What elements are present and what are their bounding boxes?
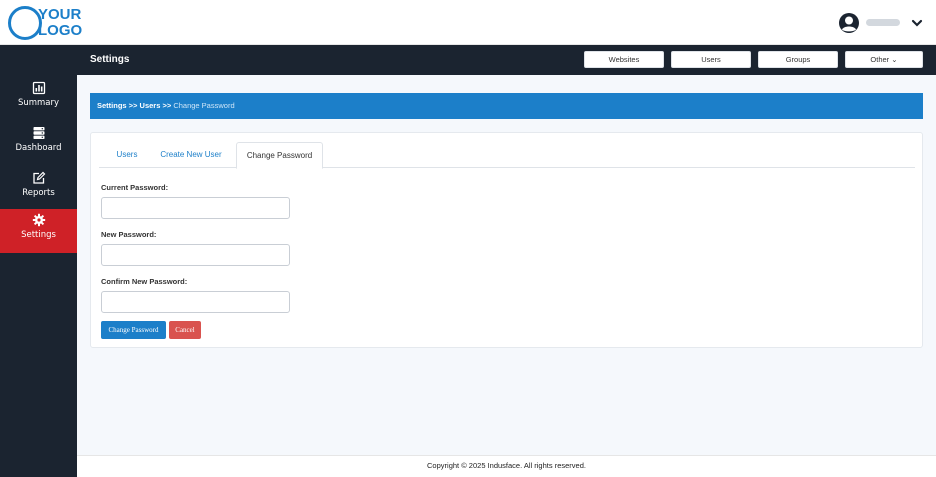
logo-line-1: YOUR [38, 6, 82, 23]
change-password-button[interactable]: Change Password [101, 321, 166, 339]
edit-square-icon [32, 171, 45, 184]
breadcrumb-separator: >> [126, 101, 140, 110]
tab-change-password[interactable]: Change Password [236, 142, 323, 169]
sidebar-item-label: Settings [21, 230, 56, 240]
tab-create-new-user[interactable]: Create New User [151, 142, 231, 168]
sidebar-item-label: Dashboard [15, 143, 62, 153]
main-content: Settings >> Users >> Change Password Use… [77, 75, 936, 455]
page-title: Settings [90, 54, 130, 65]
breadcrumb-separator: >> [160, 101, 174, 110]
sidebar-item-settings[interactable]: Settings [0, 209, 77, 253]
new-password-label: New Password: [101, 230, 157, 239]
logo-text: YOUR LOGO [38, 7, 82, 39]
logo-line-2: LOGO [38, 22, 83, 39]
server-stack-icon [33, 127, 44, 139]
other-dropdown-button[interactable]: Other ⌄ [845, 51, 923, 68]
top-bar: YOUR LOGO [0, 0, 936, 45]
current-password-label: Current Password: [101, 183, 169, 192]
user-circle-icon [839, 13, 859, 33]
summary-chart-icon [32, 81, 45, 95]
sidebar-item-label: Reports [22, 188, 55, 198]
websites-button[interactable]: Websites [584, 51, 664, 68]
confirm-password-label: Confirm New Password: [101, 277, 188, 286]
new-password-input[interactable] [101, 244, 290, 266]
groups-button[interactable]: Groups [758, 51, 838, 68]
confirm-password-input[interactable] [101, 291, 290, 313]
change-password-card: Users Create New User Change Password Cu… [90, 132, 923, 348]
current-password-input[interactable] [101, 197, 290, 219]
breadcrumb: Settings >> Users >> Change Password [90, 93, 923, 119]
tab-users[interactable]: Users [107, 142, 147, 168]
settings-header-bar: Settings Websites Users Groups Other ⌄ [77, 45, 936, 75]
sidebar: Summary Dashboard Reports Settings [0, 45, 77, 477]
cancel-button[interactable]: Cancel [169, 321, 201, 339]
sidebar-item-dashboard[interactable]: Dashboard [0, 122, 77, 166]
sidebar-item-reports[interactable]: Reports [0, 167, 77, 211]
sidebar-item-label: Summary [17, 98, 60, 108]
chevron-down-icon[interactable] [910, 16, 924, 30]
logo-ring-icon [8, 6, 42, 40]
user-menu[interactable] [836, 12, 926, 34]
copyright-text: Copyright © 2025 Indusface. All rights r… [427, 461, 586, 470]
gear-icon [32, 213, 45, 227]
users-button[interactable]: Users [671, 51, 751, 68]
sidebar-item-summary[interactable]: Summary [0, 77, 77, 121]
tab-bar: Users Create New User Change Password [99, 142, 915, 169]
username-blurred [866, 19, 900, 26]
breadcrumb-current: Change Password [173, 101, 235, 110]
breadcrumb-users[interactable]: Users [140, 101, 161, 110]
footer: Copyright © 2025 Indusface. All rights r… [77, 455, 936, 477]
logo[interactable]: YOUR LOGO [8, 6, 96, 42]
breadcrumb-settings[interactable]: Settings [97, 101, 127, 110]
